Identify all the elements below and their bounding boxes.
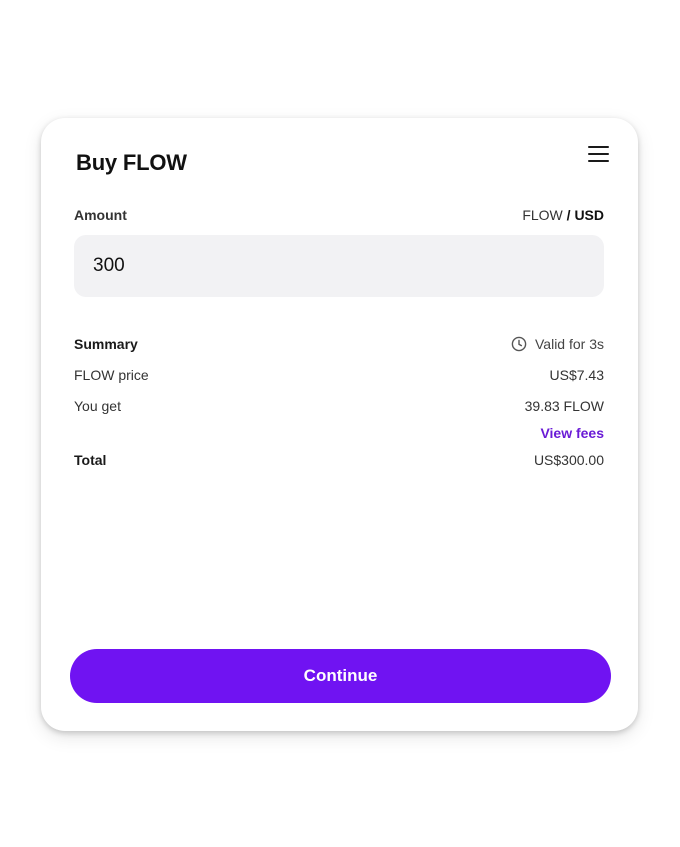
buy-widget-card: Buy FLOW Amount FLOW / USD Summary Valid… — [41, 118, 638, 731]
total-value: US$300.00 — [533, 452, 604, 468]
total-label: Total — [74, 452, 107, 468]
currency-option-fiat[interactable]: USD — [574, 207, 604, 223]
flow-price-label: FLOW price — [74, 367, 149, 383]
page-title: Buy FLOW — [76, 150, 187, 175]
you-get-value: 39.83 FLOW — [524, 398, 604, 414]
view-fees-link[interactable]: View fees — [540, 425, 604, 441]
clock-icon — [511, 336, 527, 352]
currency-option-crypto[interactable]: FLOW — [522, 207, 562, 223]
flow-price-value: US$7.43 — [549, 367, 604, 383]
currency-toggle[interactable]: FLOW / USD — [522, 207, 604, 223]
amount-label: Amount — [74, 207, 127, 223]
continue-button[interactable]: Continue — [70, 649, 611, 703]
valid-text: Valid for 3s — [535, 336, 604, 352]
currency-separator: / — [562, 207, 575, 223]
quote-validity: Valid for 3s — [511, 336, 604, 352]
you-get-label: You get — [74, 398, 121, 414]
amount-input[interactable] — [74, 235, 604, 297]
summary-label: Summary — [74, 336, 138, 352]
hamburger-menu-icon[interactable] — [587, 144, 611, 164]
